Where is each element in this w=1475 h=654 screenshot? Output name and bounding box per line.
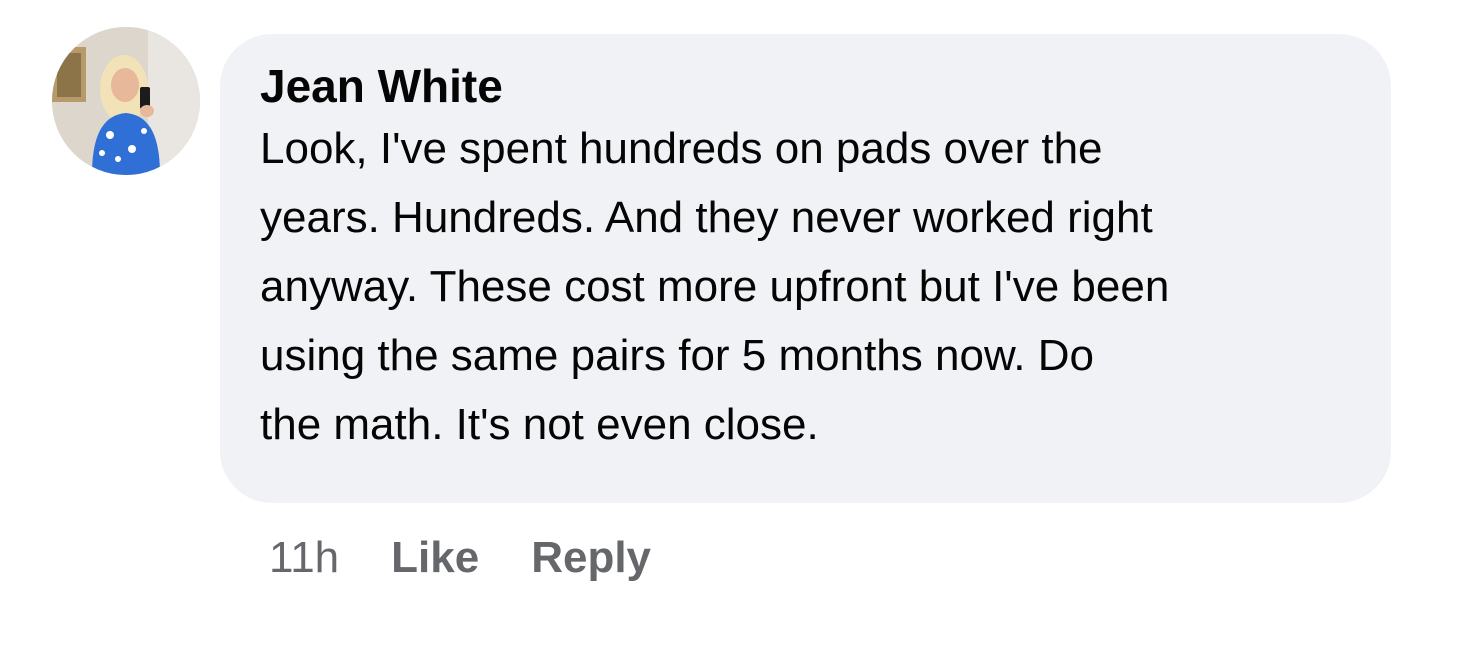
comment-bubble: Jean White Look, I've spent hundreds on … [220,34,1391,503]
avatar[interactable] [52,27,200,175]
comment-timestamp[interactable]: 11h [269,533,339,583]
profile-photo [52,27,200,175]
comment-actions: 11h Like Reply [269,528,703,588]
comment-text: Look, I've spent hundreds on pads over t… [260,124,1170,449]
like-button[interactable]: Like [391,533,479,583]
reply-button[interactable]: Reply [531,533,651,583]
comment-author[interactable]: Jean White [260,58,1351,114]
